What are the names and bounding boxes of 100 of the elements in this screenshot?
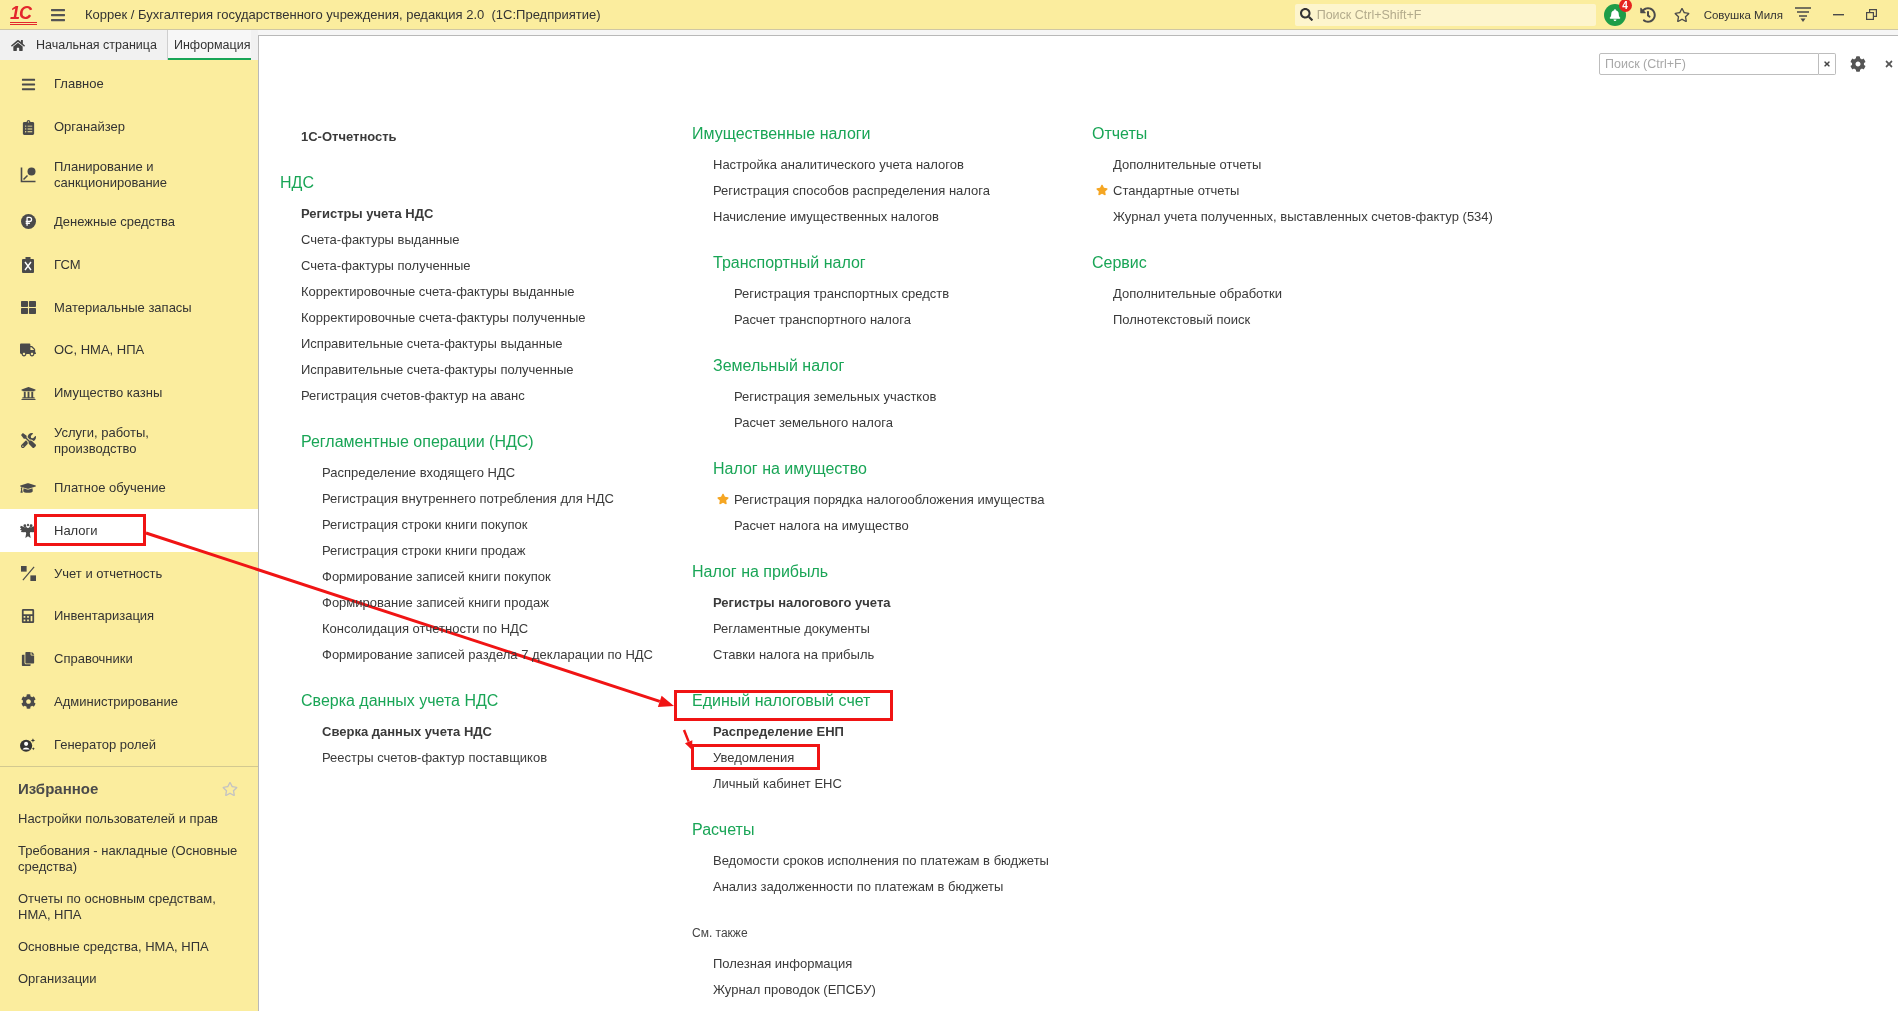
nav-link[interactable]: Корректировочные счета-фактуры полученные bbox=[301, 309, 586, 325]
settings-icon bbox=[20, 694, 36, 710]
see-also-heading: См. также bbox=[692, 925, 748, 942]
bank-building-icon bbox=[20, 385, 36, 401]
sidebar-item[interactable]: Платное обучение bbox=[0, 466, 258, 510]
sidebar-item[interactable]: Услуги, работы, производство bbox=[0, 414, 258, 467]
star-icon[interactable] bbox=[717, 493, 729, 505]
nav-link[interactable]: Регистрация транспортных средств bbox=[734, 285, 950, 301]
clipboard-icon bbox=[20, 119, 36, 135]
section-heading: Расчеты bbox=[692, 820, 755, 840]
nav-link[interactable]: Регистрация счетов-фактур на аванс bbox=[301, 387, 525, 403]
ruble-coin-icon bbox=[20, 214, 36, 230]
section-heading: Регламентные операции (НДС) bbox=[301, 432, 534, 452]
nav-link[interactable]: Дополнительные обработки bbox=[1113, 285, 1282, 301]
nav-link[interactable]: Корректировочные счета-фактуры выданные bbox=[301, 283, 575, 299]
favorite-link[interactable]: Основные средства, НМА, НПА bbox=[18, 939, 209, 956]
nav-link[interactable]: Регистрация порядка налогообложения имущества bbox=[734, 491, 1045, 507]
nav-link[interactable]: Журнал проводок (ЕПСБУ) bbox=[713, 981, 876, 997]
section-heading: Налог на прибыль bbox=[692, 562, 829, 582]
nav-link[interactable]: Расчет налога на имущество bbox=[734, 517, 909, 533]
nav-link[interactable]: Ставки налога на прибыль bbox=[713, 646, 875, 662]
section-heading: Земельный налог bbox=[713, 356, 845, 376]
nav-link[interactable]: Уведомления bbox=[713, 749, 795, 765]
app-logo[interactable]: 1С bbox=[10, 4, 37, 25]
nav-link[interactable]: Регистрация строки книги продаж bbox=[322, 542, 526, 558]
sidebar-item[interactable]: Денежные средства bbox=[0, 200, 258, 244]
dropdown-menu-icon[interactable] bbox=[1795, 7, 1811, 22]
favorite-link[interactable]: Требования - накладные (Основные средства) bbox=[18, 843, 244, 876]
nav-link[interactable]: Счета-фактуры выданные bbox=[301, 231, 460, 247]
home-icon bbox=[11, 38, 25, 52]
nav-link[interactable]: Настройка аналитического учета налогов bbox=[713, 156, 964, 172]
sidebar-item[interactable]: Учет и отчетность bbox=[0, 552, 258, 595]
sidebar-item[interactable]: ГСМ bbox=[0, 243, 258, 287]
nav-link[interactable]: Распределение входящего НДС bbox=[322, 464, 516, 480]
sidebar-item[interactable]: Материальные запасы bbox=[0, 286, 258, 329]
nav-link[interactable]: Полнотекстовый поиск bbox=[1113, 311, 1251, 327]
nav-link[interactable]: Исправительные счета-фактуры выданные bbox=[301, 335, 563, 351]
nav-link[interactable]: Распределение ЕНП bbox=[713, 723, 844, 739]
list-icon bbox=[20, 76, 36, 92]
nav-link[interactable]: Анализ задолженности по платежам в бюджеты bbox=[713, 878, 1004, 894]
nav-link[interactable]: Регистры налогового учета bbox=[713, 594, 891, 610]
slash-squares-icon bbox=[20, 566, 36, 582]
grid-icon bbox=[20, 300, 36, 316]
nav-link[interactable]: Дополнительные отчеты bbox=[1113, 156, 1262, 172]
nav-link[interactable]: Регламентные документы bbox=[713, 620, 870, 636]
sidebar-item[interactable]: ОС, НМА, НПА bbox=[0, 329, 258, 372]
nav-link[interactable]: Сверка данных учета НДС bbox=[322, 723, 492, 739]
section-heading: НДС bbox=[280, 173, 314, 193]
minimize-icon[interactable] bbox=[1833, 13, 1844, 16]
sidebar-item[interactable]: Налоги bbox=[0, 509, 258, 553]
sidebar-item[interactable]: Имущество казны bbox=[0, 371, 258, 415]
sidebar-item[interactable]: Планирование и санкционирование bbox=[0, 148, 258, 201]
user-name[interactable]: Совушка Миля bbox=[1703, 8, 1783, 21]
sidebar-item[interactable]: Главное bbox=[0, 63, 258, 106]
clear-button[interactable] bbox=[1819, 53, 1836, 75]
nav-link[interactable]: Стандартные отчеты bbox=[1113, 182, 1240, 198]
nav-link[interactable]: Регистрация способов распределения налога bbox=[713, 182, 990, 198]
favorite-link[interactable]: Настройки пользователей и прав bbox=[18, 811, 219, 828]
nav-link[interactable]: Реестры счетов-фактур поставщиков bbox=[322, 749, 548, 765]
sidebar-item[interactable]: Инвентаризация bbox=[0, 594, 258, 638]
nav-link[interactable]: Расчет транспортного налога bbox=[734, 311, 911, 327]
search-field[interactable]: Поиск (Ctrl+F) bbox=[1599, 53, 1819, 75]
notification-badge: 4 bbox=[1618, 0, 1632, 12]
restore-icon[interactable] bbox=[1866, 9, 1877, 20]
nav-link[interactable]: Личный кабинет ЕНС bbox=[713, 775, 842, 791]
nav-link[interactable]: Регистрация земельных участков bbox=[734, 388, 937, 404]
sidebar-item[interactable]: Администрирование bbox=[0, 680, 258, 724]
section-heading: Отчеты bbox=[1092, 124, 1148, 144]
tab[interactable]: Информация bbox=[167, 30, 251, 60]
sidebar-item[interactable]: Генератор ролей bbox=[0, 723, 258, 767]
nav-link[interactable]: Регистрация строки книги покупок bbox=[322, 516, 528, 532]
tools-icon bbox=[20, 433, 36, 449]
calculator-icon bbox=[21, 609, 35, 624]
favorite-link[interactable]: Отчеты по основным средствам, НМА, НПА bbox=[18, 891, 244, 924]
nav-link[interactable]: Формирование записей книги покупок bbox=[322, 568, 551, 584]
nav-link[interactable]: Расчет земельного налога bbox=[734, 414, 893, 430]
search-field[interactable]: Поиск Ctrl+Shift+F bbox=[1294, 3, 1596, 26]
search-icon bbox=[1299, 7, 1313, 21]
favorite-link[interactable]: Организации bbox=[18, 971, 97, 988]
nav-link[interactable]: Регистры учета НДС bbox=[301, 205, 434, 221]
star-icon[interactable] bbox=[1673, 6, 1690, 23]
nav-link[interactable]: Полезная информация bbox=[713, 955, 853, 971]
sidebar-item[interactable]: Органайзер bbox=[0, 105, 258, 149]
settings-icon[interactable] bbox=[1850, 56, 1866, 72]
annotation-arrow bbox=[682, 729, 693, 750]
close-icon[interactable] bbox=[1884, 59, 1894, 69]
star-icon[interactable] bbox=[1096, 184, 1108, 196]
section-heading: Сервис bbox=[1092, 253, 1147, 273]
nav-link[interactable]: Счета-фактуры полученные bbox=[301, 257, 471, 273]
nav-link[interactable]: Журнал учета полученных, выставленных счетов-фактур (534) bbox=[1113, 208, 1493, 224]
bell-icon[interactable] bbox=[1603, 3, 1626, 26]
star-icon[interactable] bbox=[222, 781, 238, 798]
sidebar-item[interactable]: Справочники bbox=[0, 637, 258, 681]
nav-link[interactable]: Регистрация внутреннего потребления для НДС bbox=[322, 490, 614, 506]
menu-icon[interactable] bbox=[50, 6, 66, 23]
nav-link[interactable]: 1С-Отчетность bbox=[301, 128, 397, 144]
history-icon[interactable] bbox=[1639, 6, 1656, 23]
nav-link[interactable]: Начисление имущественных налогов bbox=[713, 208, 939, 224]
nav-link[interactable]: Ведомости сроков исполнения по платежам в бюджеты bbox=[713, 852, 1049, 868]
nav-link[interactable]: Исправительные счета-фактуры полученные bbox=[301, 361, 574, 377]
